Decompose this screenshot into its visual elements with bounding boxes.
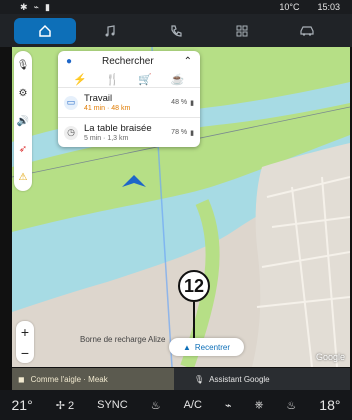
battery-percent: 78 % [171,129,188,136]
climate-bar: 21° ✢ 2 SYNC ♨ A/C ⌁ ⎈ ♨ 18° [0,390,352,420]
rear-defrost-icon[interactable]: ⌁ [225,399,232,412]
recenter-button[interactable]: ▲ Recentrer [169,338,244,356]
destination-restaurant[interactable]: ◷ La table braisée 5 min · 1,3 km 78 % ▮ [58,117,200,147]
zoom-in-button[interactable]: + [21,325,29,339]
status-bar: ✱ ⌁ ▮ 10°C 15:03 [0,0,352,14]
search-panel: ● Rechercher ⌃ ⚡ 🍴 🛒 ☕ ▭ Travail 41 min … [58,51,200,147]
media-bar: ◼ Comme l'aigle · Meak 🎙 Assistant Googl… [12,368,350,390]
tab-music[interactable] [79,18,141,44]
now-playing[interactable]: ◼ Comme l'aigle · Meak [12,368,174,390]
outside-temperature: 10°C [279,2,300,12]
callout-badge: 12 [178,270,210,302]
zoom-out-button[interactable]: − [21,346,29,360]
top-navigation [0,14,352,47]
fan-level: 2 [67,399,75,412]
warning-icon: ⚠ [18,171,28,183]
zoom-controls: + − [16,321,34,363]
chevron-up-icon[interactable]: ⌃ [184,56,192,67]
signal-icon: ▮ [44,1,50,12]
passenger-temperature[interactable]: 18° [319,397,340,413]
poi-label: Borne de recharge Alize [80,335,166,344]
spotify-icon: ◼ [18,374,25,384]
tab-apps[interactable] [211,18,273,44]
microphone-button[interactable]: 🎙 [16,58,30,72]
phone-icon [171,24,182,37]
search-title: Rechercher [101,55,154,67]
tab-car[interactable] [276,18,338,44]
coffee-icon[interactable]: ☕ [171,73,185,86]
recenter-label: Recentrer [194,342,231,352]
music-icon [105,24,115,36]
briefcase-icon: ▭ [64,95,78,110]
charging-icon[interactable]: ⚡ [73,73,87,86]
microphone-icon: 🎙 [16,59,30,71]
alerts-button[interactable]: ⚠ [16,170,30,184]
navigation-arrow-icon: ▲ [182,342,191,352]
battery-icon: ▮ [190,99,194,107]
compass-button[interactable]: ➶ [16,142,30,156]
driver-temperature[interactable]: 21° [12,397,33,413]
shopping-cart-icon[interactable]: 🛒 [138,73,152,86]
apps-icon [236,25,248,36]
gear-icon: ⚙ [18,87,28,99]
assistant-label: Assistant Google [209,374,270,384]
clock: 15:03 [317,2,340,12]
battery-percent: 48 % [171,99,188,106]
seat-heat-icon[interactable]: ♨ [151,399,161,412]
sync-button[interactable]: SYNC [97,399,128,411]
battery-icon: ▮ [190,129,194,137]
car-icon [300,25,314,36]
microphone-icon: 🎙 [194,374,205,384]
destination-eta: 5 min · 1,3 km [84,135,129,142]
settings-button[interactable]: ⚙ [16,86,30,100]
home-icon [39,24,51,37]
seat-heat-right-icon[interactable]: ♨ [286,399,296,412]
restaurant-icon[interactable]: 🍴 [106,73,120,86]
track-title: Comme l'aigle · Meak [30,374,108,384]
destination-work[interactable]: ▭ Travail 41 min · 48 km 48 % ▮ [58,87,200,117]
speaker-icon: 🔊 [16,115,30,127]
history-icon: ◷ [64,125,78,140]
destination-name: Travail [84,93,113,104]
search-header[interactable]: ● Rechercher ⌃ [58,51,200,71]
tab-phone[interactable] [145,18,207,44]
search-categories: ⚡ 🍴 🛒 ☕ [58,71,200,87]
destination-eta: 41 min · 48 km [84,105,131,112]
sound-button[interactable]: 🔊 [16,114,30,128]
destination-name: La table braisée [84,123,152,134]
navigation-map[interactable]: 🎙 ⚙ 🔊 ➶ ⚠ ● Rechercher ⌃ ⚡ 🍴 🛒 ☕ ▭ Trava… [12,47,350,367]
google-logo: Google [315,352,345,362]
assistant-button[interactable]: 🎙 Assistant Google [174,375,270,384]
compass-icon: ➶ [18,143,28,155]
wifi-icon: ⌁ [33,1,39,12]
map-tools: 🎙 ⚙ 🔊 ➶ ⚠ [14,51,32,191]
tab-home[interactable] [13,17,76,44]
steering-heat-icon[interactable]: ⎈ [255,399,264,412]
fan-control[interactable]: ✢ 2 [56,399,74,412]
ac-button[interactable]: A/C [184,399,202,411]
fan-icon: ✢ [55,399,65,412]
bluetooth-icon: ✱ [20,1,28,12]
callout-line [193,302,195,338]
